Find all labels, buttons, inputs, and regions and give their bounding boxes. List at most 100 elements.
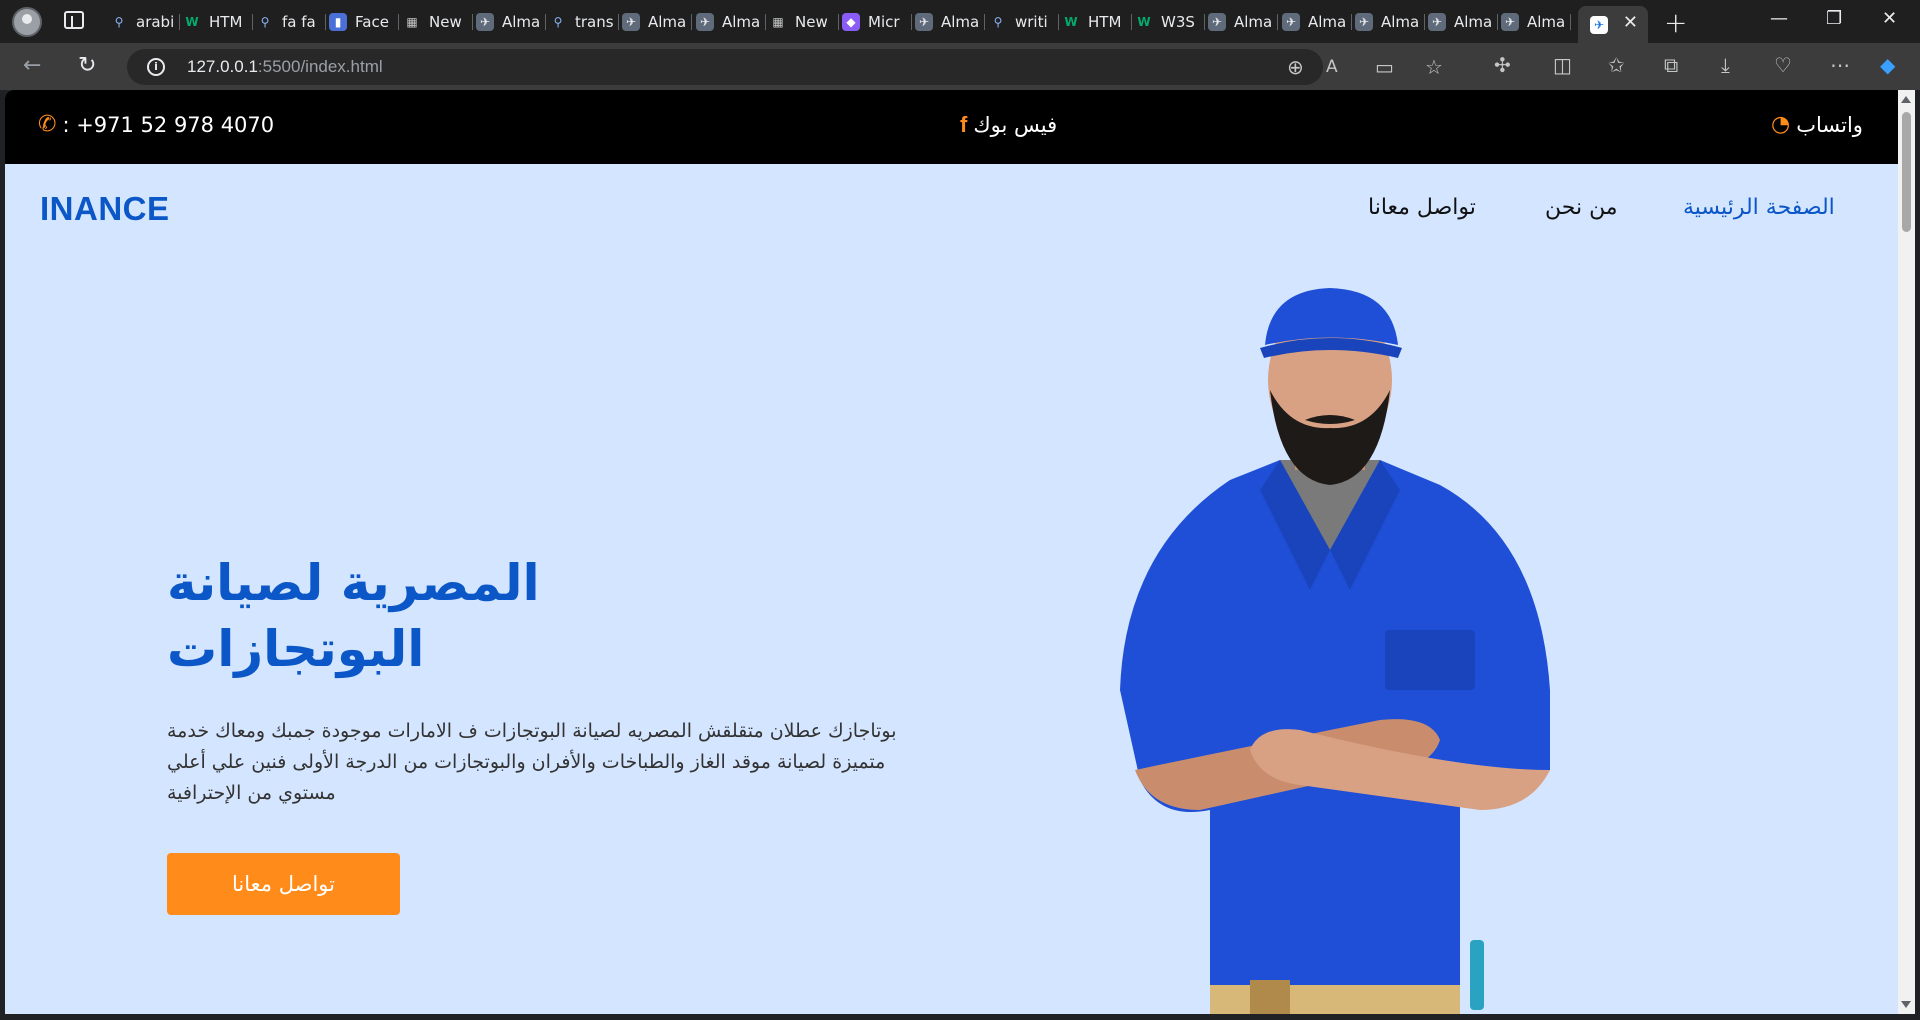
tab-title: Alma [722, 13, 761, 31]
tab-title: Alma [648, 13, 687, 31]
browser-tab[interactable]: ✈ Alma [622, 6, 692, 38]
close-tab-icon[interactable]: ✕ [1623, 12, 1638, 33]
tab-title: HTM [209, 13, 243, 31]
minimize-icon[interactable]: — [1770, 8, 1788, 29]
phone-icon: ✆ [38, 112, 57, 137]
tab-separator [838, 14, 839, 30]
phone-contact[interactable]: ✆ : +971 52 978 4070 [38, 112, 274, 137]
contact-us-button[interactable]: تواصل معانا [167, 853, 400, 915]
browser-tab[interactable]: ✈ Alma [1501, 6, 1571, 38]
tab-title: Alma [1454, 13, 1493, 31]
site-info-icon[interactable]: i [147, 58, 165, 76]
tab-separator [1570, 14, 1571, 30]
scroll-down-icon[interactable] [1901, 1001, 1911, 1008]
browser-tab[interactable]: ✈ Alma [1428, 6, 1498, 38]
brand-logo[interactable]: INANCE [40, 190, 170, 228]
favorite-star-icon[interactable]: ☆ [1425, 57, 1443, 77]
tab-title: Alma [1381, 13, 1420, 31]
split-screen-icon[interactable]: ◫ [1553, 55, 1572, 75]
browser-tab[interactable]: ▦ New [769, 6, 839, 38]
tab-separator [325, 14, 326, 30]
browser-tab[interactable]: ✈ Alma [1282, 6, 1352, 38]
nav-link-about[interactable]: من نحن [1545, 195, 1618, 220]
scrollbar-thumb[interactable] [1902, 112, 1911, 232]
main-navbar: INANCE الصفحة الرئيسية من نحن تواصل معان… [5, 164, 1898, 254]
tab-title: W3S [1161, 13, 1195, 31]
favorites-icon[interactable]: ✩ [1608, 55, 1625, 75]
tab-title: fa fa [282, 13, 316, 31]
tab-title: Alma [941, 13, 980, 31]
profile-avatar-icon[interactable] [12, 7, 42, 37]
hero-title: المصرية لصيانة البوتجازات [167, 550, 727, 682]
browser-tab[interactable]: ✈ Alma [696, 6, 766, 38]
browser-tab[interactable]: W HTM [1062, 6, 1132, 38]
tab-title: New [795, 13, 828, 31]
whatsapp-link[interactable]: ◔ واتساب [1771, 112, 1863, 137]
browser-tab[interactable]: ◆ Micr [842, 6, 912, 38]
tab-separator [618, 14, 619, 30]
search-icon: ⚲ [993, 15, 1003, 29]
new-tab-button[interactable]: + [1664, 6, 1687, 39]
plane-icon: ✈ [476, 13, 494, 31]
settings-more-icon[interactable]: ⋯ [1830, 55, 1850, 75]
browser-tab[interactable]: ⚲ arabi [110, 6, 180, 38]
downloads-icon[interactable]: ⤓ [1721, 55, 1730, 75]
w3schools-icon: W [1064, 15, 1078, 29]
whatsapp-icon: ◔ [1771, 112, 1791, 137]
bookmark-icon: ▮ [329, 13, 347, 31]
tab-separator [1277, 14, 1278, 30]
nav-link-home[interactable]: الصفحة الرئيسية [1683, 195, 1835, 220]
copilot-icon[interactable]: ◆ [1880, 55, 1895, 75]
tab-separator [1497, 14, 1498, 30]
tab-separator [472, 14, 473, 30]
browser-tab[interactable]: W HTM [183, 6, 253, 38]
browser-tab[interactable]: ✈ Alma [1355, 6, 1425, 38]
tab-title: HTM [1088, 13, 1122, 31]
address-bar[interactable]: i 127.0.0.1:5500/index.html ⊕ A ▭ ☆ [127, 49, 1443, 85]
tab-active[interactable]: ✈ ✕ [1578, 6, 1648, 43]
browser-tab[interactable]: W W3S [1135, 6, 1205, 38]
browser-tab[interactable]: ✈ Alma [915, 6, 985, 38]
scroll-up-icon[interactable] [1901, 96, 1911, 103]
browser-essentials-icon[interactable]: ♡ [1774, 55, 1792, 75]
facebook-label: فيس بوك [973, 113, 1058, 137]
facebook-link[interactable]: f فيس بوك [960, 112, 1057, 138]
browser-tab[interactable]: ▮ Face [329, 6, 399, 38]
read-aloud-icon[interactable]: A [1326, 57, 1338, 77]
facebook-icon: f [960, 112, 968, 137]
reload-icon[interactable]: ↻ [78, 53, 96, 78]
nav-link-contact[interactable]: تواصل معانا [1368, 195, 1476, 220]
browser-tab-strip: ⚲ arabi W HTM ⚲ fa fa ▮ Face ▦ New ✈ Alma ⚲ trans ✈ Alm… [0, 0, 1920, 43]
browser-tab[interactable]: ✈ Alma [1208, 6, 1278, 38]
tab-title: Face [355, 13, 389, 31]
page-scrollbar[interactable] [1898, 90, 1915, 1014]
tab-separator [545, 14, 546, 30]
zoom-icon[interactable]: ⊕ [1287, 57, 1304, 77]
tab-title: Alma [502, 13, 541, 31]
search-icon: ⚲ [260, 15, 270, 29]
hero-title-line-1: المصرية لصيانة [167, 554, 540, 612]
browser-tab[interactable]: ⚲ trans [549, 6, 619, 38]
contact-bar: ✆ : +971 52 978 4070 f فيس بوك ◔ واتساب [5, 90, 1898, 164]
restore-icon[interactable]: ❐ [1826, 8, 1842, 29]
browser-tab[interactable]: ⚲ writi [989, 6, 1059, 38]
copilot-icon: ◆ [842, 13, 860, 31]
extensions-icon[interactable]: ✣ [1494, 55, 1511, 75]
url-host: 127.0.0.1 [187, 57, 258, 76]
immersive-reader-icon[interactable]: ▭ [1375, 57, 1394, 77]
tab-actions-icon[interactable] [64, 11, 84, 29]
browser-toolbar: ← ↻ i 127.0.0.1:5500/index.html ⊕ A ▭ ☆ … [0, 43, 1920, 90]
phone-number: : +971 52 978 4070 [62, 112, 275, 137]
tab-separator [1131, 14, 1132, 30]
browser-tab[interactable]: ⚲ fa fa [256, 6, 326, 38]
collections-icon[interactable]: ⧉ [1664, 55, 1678, 75]
url-text[interactable]: 127.0.0.1:5500/index.html [187, 57, 383, 77]
tab-title: writi [1015, 13, 1048, 31]
back-icon[interactable]: ← [23, 53, 41, 78]
close-window-icon[interactable]: ✕ [1882, 8, 1897, 29]
tab-separator [179, 14, 180, 30]
browser-tab[interactable]: ▦ New [403, 6, 473, 38]
tab-separator [398, 14, 399, 30]
browser-tab[interactable]: ✈ Alma [476, 6, 546, 38]
tab-title: Micr [868, 13, 900, 31]
